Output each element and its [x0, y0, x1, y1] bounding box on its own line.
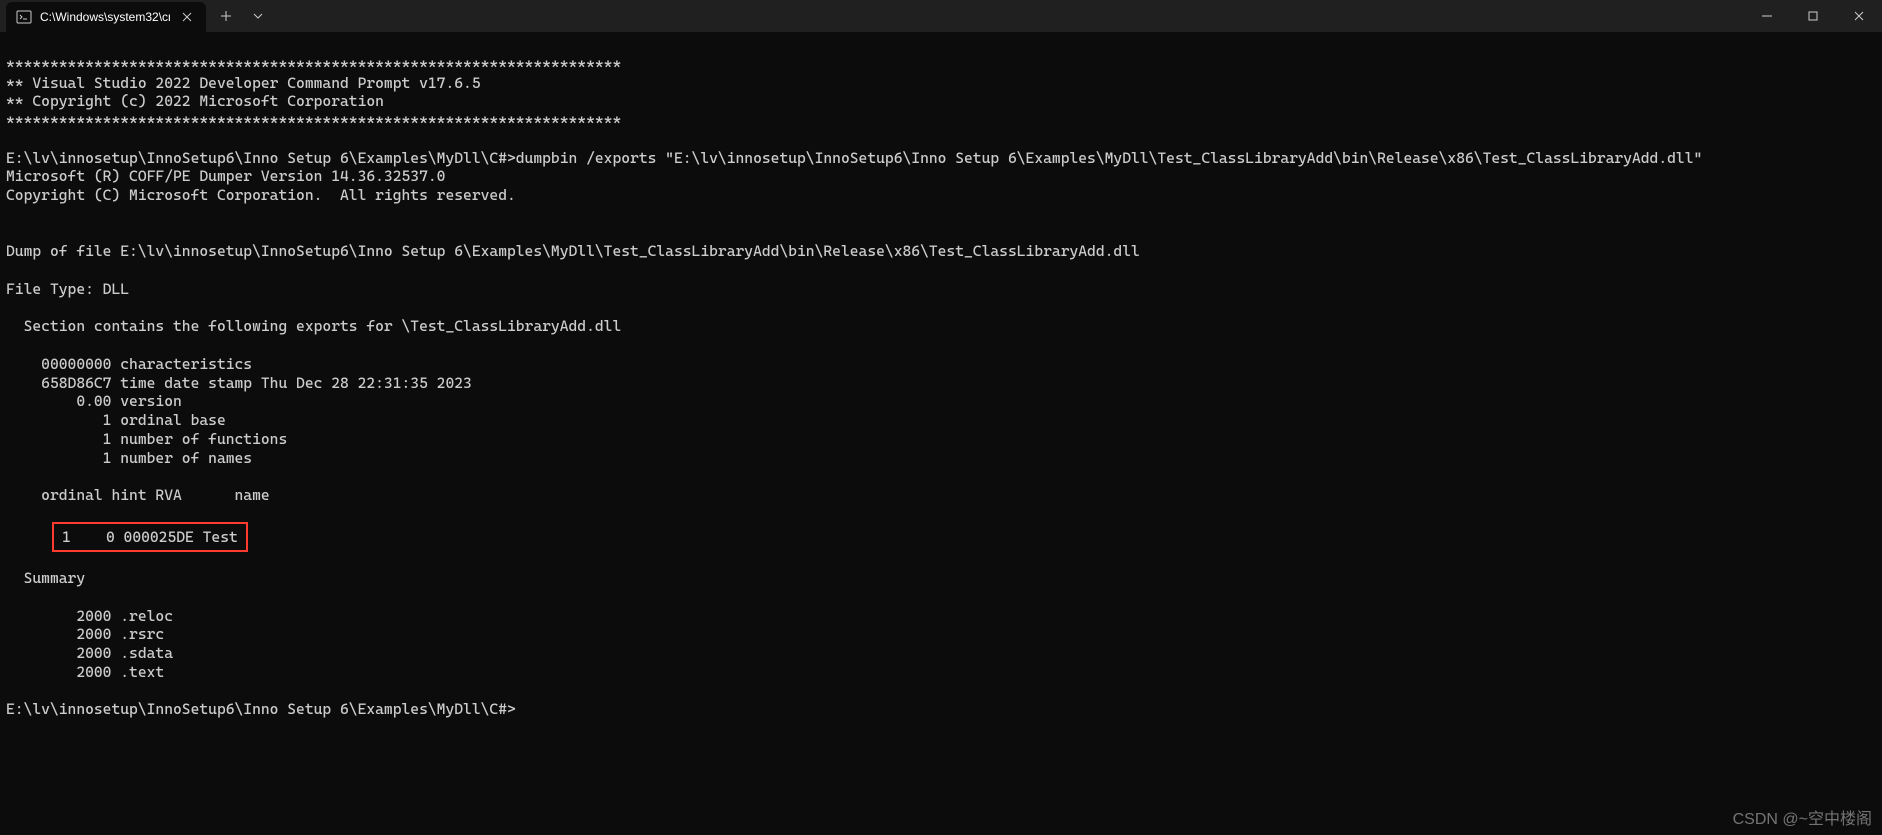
output-line: 2000 .reloc — [6, 607, 173, 625]
output-line: 2000 .sdata — [6, 644, 173, 662]
output-line: 1 number of names — [6, 449, 252, 467]
output-line: ordinal hint RVA name — [6, 486, 270, 504]
output-line: Copyright (C) Microsoft Corporation. All… — [6, 186, 516, 204]
close-window-button[interactable] — [1836, 0, 1882, 32]
watermark-text: CSDN @~空中楼阁 — [1733, 805, 1872, 829]
output-line: ****************************************… — [6, 55, 621, 73]
output-line: Section contains the following exports f… — [6, 317, 621, 335]
terminal-tab[interactable]: C:\Windows\system32\cmd.exe — [6, 2, 206, 32]
output-line: Dump of file E:\lv\innosetup\InnoSetup6\… — [6, 242, 1140, 260]
new-tab-button[interactable] — [210, 0, 242, 32]
titlebar-drag-area[interactable] — [274, 0, 1744, 32]
tab-close-button[interactable] — [178, 9, 196, 25]
output-line: 2000 .rsrc — [6, 625, 164, 643]
output-line: 00000000 characteristics — [6, 355, 252, 373]
output-line: 2000 .text — [6, 663, 164, 681]
output-line: 1 ordinal base — [6, 411, 226, 429]
prompt-line: E:\lv\innosetup\InnoSetup6\Inno Setup 6\… — [6, 700, 516, 718]
highlighted-export-row: 1 0 000025DE Test — [52, 522, 248, 553]
titlebar: C:\Windows\system32\cmd.exe — [0, 0, 1882, 32]
output-line: 1 number of functions — [6, 430, 287, 448]
output-line: Summary — [6, 569, 85, 587]
output-line: ****************************************… — [6, 111, 621, 129]
maximize-button[interactable] — [1790, 0, 1836, 32]
tab-dropdown-button[interactable] — [242, 0, 274, 32]
output-line: ** Visual Studio 2022 Developer Command … — [6, 74, 481, 92]
output-line: E:\lv\innosetup\InnoSetup6\Inno Setup 6\… — [6, 149, 1702, 167]
window-controls — [1744, 0, 1882, 32]
output-line: 0.00 version — [6, 392, 182, 410]
cmd-icon — [16, 9, 32, 25]
output-line: ** Copyright (c) 2022 Microsoft Corporat… — [6, 92, 384, 110]
tab-title: C:\Windows\system32\cmd.exe — [40, 10, 170, 24]
tab-actions — [206, 0, 274, 32]
terminal-output[interactable]: ****************************************… — [0, 32, 1882, 723]
output-line: 658D86C7 time date stamp Thu Dec 28 22:3… — [6, 374, 472, 392]
output-line: File Type: DLL — [6, 280, 129, 298]
minimize-button[interactable] — [1744, 0, 1790, 32]
output-line: Microsoft (R) COFF/PE Dumper Version 14.… — [6, 167, 445, 185]
